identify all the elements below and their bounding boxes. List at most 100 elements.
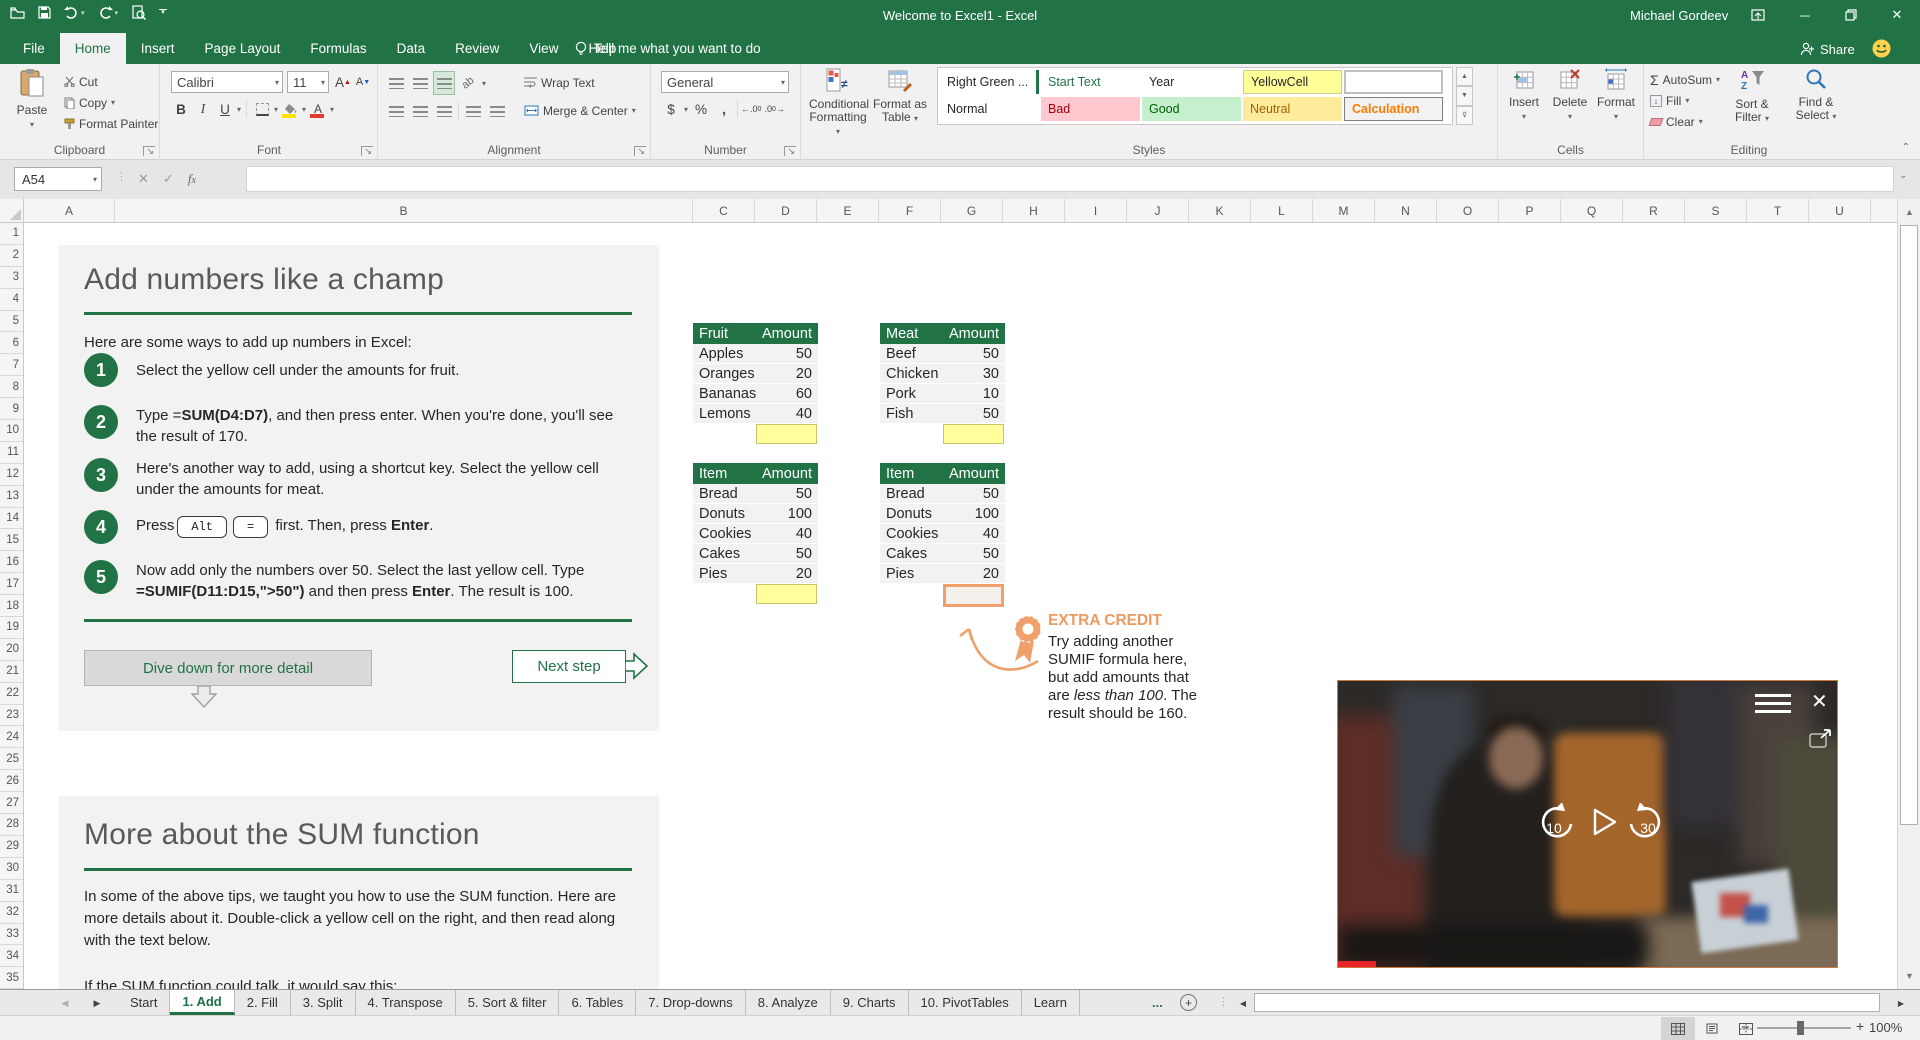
sheet-tab[interactable]: 3. Split	[291, 990, 356, 1015]
row-header[interactable]: 10	[0, 420, 23, 442]
amount-cell[interactable]: 40	[943, 526, 1005, 542]
row-header[interactable]: 21	[0, 661, 23, 683]
row-header[interactable]: 16	[0, 551, 23, 574]
row-header[interactable]: 27	[0, 792, 23, 815]
item-cell[interactable]: Fish	[880, 406, 943, 422]
formula-bar-expand-button[interactable]: ⌄	[1899, 170, 1907, 181]
row-header[interactable]: 14	[0, 508, 23, 530]
column-header[interactable]: H	[1003, 199, 1065, 222]
column-header[interactable]: U	[1809, 199, 1871, 222]
row-header[interactable]: 29	[0, 836, 23, 858]
sheet-tab[interactable]: 6. Tables	[559, 990, 637, 1015]
item-cell[interactable]: Lemons	[693, 406, 756, 422]
amount-cell[interactable]: 20	[756, 366, 818, 382]
column-header[interactable]: A	[24, 199, 115, 222]
amount-cell[interactable]: 100	[943, 506, 1005, 522]
style-year[interactable]: Year	[1142, 70, 1241, 94]
row-header[interactable]: 2	[0, 245, 23, 267]
item-cell[interactable]: Chicken	[880, 366, 943, 382]
sheet-tab[interactable]: 4. Transpose	[356, 990, 456, 1015]
row-header[interactable]: 20	[0, 639, 23, 661]
insert-function-button[interactable]: fx	[188, 171, 196, 187]
sheet-scroll-left-button[interactable]: ◀	[52, 990, 78, 1016]
decrease-font-button[interactable]: A ▼	[353, 71, 373, 93]
amount-cell[interactable]: 50	[756, 546, 818, 562]
italic-button[interactable]: I	[193, 98, 213, 120]
row-header[interactable]: 4	[0, 289, 23, 311]
delete-cells-button[interactable]: Delete ▾	[1548, 68, 1592, 132]
ribbon-display-options-button[interactable]	[1741, 0, 1775, 30]
column-header[interactable]: I	[1065, 199, 1127, 222]
amount-cell[interactable]: 100	[756, 506, 818, 522]
font-name-combo[interactable]: Calibri ▾	[171, 71, 283, 93]
horizontal-scrollbar[interactable]	[1252, 993, 1884, 1013]
ribbon-tab[interactable]: Page Layout	[190, 33, 296, 64]
amount-cell[interactable]: 20	[756, 566, 818, 582]
ribbon-tab[interactable]: Data	[382, 33, 441, 64]
style-neutral[interactable]: Neutral	[1243, 97, 1342, 121]
tell-me-box[interactable]: Tell me what you want to do	[575, 33, 761, 64]
sheet-tab[interactable]: 1. Add	[170, 990, 235, 1015]
sheet-tab[interactable]: 10. PivotTables	[909, 990, 1022, 1015]
row-header[interactable]: 26	[0, 770, 23, 793]
column-header[interactable]: E	[817, 199, 879, 222]
row-header[interactable]: 17	[0, 573, 23, 596]
sheet-tab[interactable]: Start	[118, 990, 171, 1015]
restore-button[interactable]	[1834, 0, 1868, 30]
item-cell[interactable]: Apples	[693, 346, 756, 362]
row-header[interactable]: 24	[0, 726, 23, 749]
row-header[interactable]: 13	[0, 486, 23, 508]
amount-cell[interactable]: 20	[943, 566, 1005, 582]
select-all-button[interactable]	[0, 199, 24, 223]
new-sheet-button[interactable]: +	[1180, 994, 1197, 1011]
align-middle-button[interactable]	[410, 72, 430, 94]
item-cell[interactable]: Cookies	[693, 526, 756, 542]
sheet-tab[interactable]: 9. Charts	[831, 990, 909, 1015]
wrap-text-button[interactable]: Wrap Text	[524, 72, 595, 93]
row-header[interactable]: 31	[0, 880, 23, 902]
row-header[interactable]: 19	[0, 617, 23, 639]
item-cell[interactable]: Cakes	[880, 546, 943, 562]
alignment-dialog-launcher[interactable]: ↘	[634, 146, 646, 156]
item-sumif-yellow-cell[interactable]	[756, 584, 817, 604]
sheet-tab[interactable]: 7. Drop-downs	[636, 990, 746, 1015]
amount-cell[interactable]: 50	[943, 346, 1005, 362]
increase-indent-button[interactable]	[487, 100, 507, 122]
column-header[interactable]: O	[1437, 199, 1499, 222]
gallery-more-button[interactable]: ⊽	[1456, 105, 1473, 125]
amount-cell[interactable]: 50	[756, 486, 818, 502]
copy-button[interactable]: Copy ▾	[64, 92, 158, 113]
amount-cell[interactable]: 50	[943, 546, 1005, 562]
align-right-button[interactable]	[434, 100, 454, 122]
format-painter-button[interactable]: Format Painter	[64, 113, 158, 134]
style-start-text[interactable]: Start Text	[1041, 70, 1140, 94]
format-as-table-button[interactable]: Format as Table ▾	[873, 68, 927, 132]
item-cell[interactable]: Bread	[880, 486, 943, 502]
row-header[interactable]: 15	[0, 529, 23, 552]
column-header[interactable]: T	[1747, 199, 1809, 222]
column-header[interactable]: Q	[1561, 199, 1623, 222]
dive-down-button[interactable]: Dive down for more detail	[84, 650, 372, 686]
row-header[interactable]: 6	[0, 332, 23, 355]
row-header[interactable]: 11	[0, 442, 23, 464]
row-header[interactable]: 28	[0, 814, 23, 836]
sheet-tab[interactable]: 2. Fill	[235, 990, 291, 1015]
column-header[interactable]: J	[1127, 199, 1189, 222]
align-bottom-button[interactable]	[433, 71, 455, 95]
underline-button[interactable]: U	[215, 98, 235, 120]
column-header[interactable]: N	[1375, 199, 1437, 222]
amount-cell[interactable]: 50	[756, 346, 818, 362]
share-button[interactable]: Share	[1800, 36, 1855, 62]
zoom-slider-thumb[interactable]	[1797, 1021, 1804, 1035]
item-cell[interactable]: Cookies	[880, 526, 943, 542]
accounting-format-button[interactable]: $	[661, 98, 681, 120]
zoom-in-button[interactable]: +	[1856, 1018, 1864, 1034]
style-right-green[interactable]: Right Green ...	[940, 70, 1039, 94]
percent-style-button[interactable]: %	[691, 98, 711, 120]
column-header[interactable]: R	[1623, 199, 1685, 222]
account-name[interactable]: Michael Gordeev	[1630, 8, 1728, 23]
amount-cell[interactable]: 50	[943, 406, 1005, 422]
column-header[interactable]: K	[1189, 199, 1251, 222]
feedback-smiley-icon[interactable]	[1872, 39, 1891, 63]
minimize-button[interactable]: ─	[1788, 0, 1822, 30]
